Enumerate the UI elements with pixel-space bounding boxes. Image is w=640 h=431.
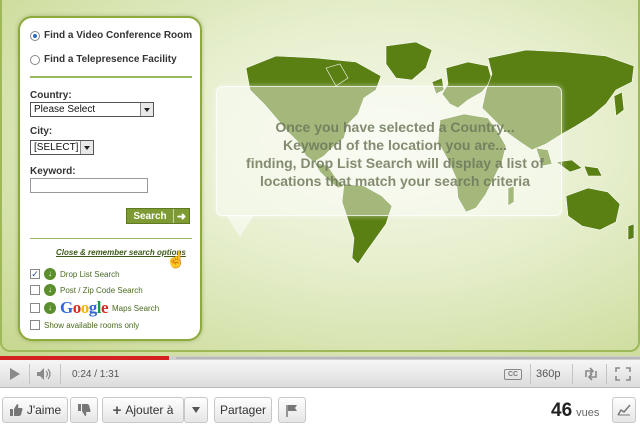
country-select[interactable]: Please Select <box>30 102 154 117</box>
info-arrow-icon: ↓ <box>44 284 56 296</box>
plus-icon: + <box>112 401 122 419</box>
add-to-button[interactable]: + Ajouter à <box>102 397 184 423</box>
quality-button[interactable]: 360p <box>536 368 560 380</box>
search-button[interactable]: Search ➜ <box>126 208 190 224</box>
checkbox-icon[interactable] <box>30 303 40 313</box>
control-separator <box>60 364 61 384</box>
stats-button[interactable] <box>612 397 636 423</box>
keyword-label: Keyword: <box>30 166 76 177</box>
radio-video-label: Find a Video Conference Room <box>44 30 193 41</box>
views-count: 46 <box>551 400 573 421</box>
thumbs-up-icon <box>9 404 23 416</box>
youtube-video-page: Once you have selected a Country... Keyw… <box>0 0 640 431</box>
arrow-right-icon: ➜ <box>173 209 189 223</box>
time-display: 0:24 / 1:31 <box>72 369 120 380</box>
panel-divider-2 <box>30 238 192 239</box>
radio-selected-icon[interactable] <box>30 30 40 41</box>
callout-tail <box>226 215 254 237</box>
keyword-input[interactable] <box>30 178 148 193</box>
checkbox-checked-icon[interactable]: ✓ <box>30 269 40 279</box>
popout-icon <box>585 367 597 381</box>
control-separator <box>530 364 531 384</box>
radio-telepresence-label: Find a Telepresence Facility <box>44 54 177 65</box>
chevron-down-icon[interactable] <box>80 141 93 154</box>
room-search-panel: Find a Video Conference Room Find a Tele… <box>18 16 202 341</box>
add-to-dropdown-button[interactable] <box>184 397 208 423</box>
option-maps[interactable]: ↓ Google Maps Search <box>30 298 159 318</box>
flag-icon <box>286 404 297 417</box>
share-label: Partager <box>219 403 267 417</box>
control-separator <box>606 364 607 384</box>
checkbox-icon[interactable] <box>30 285 40 295</box>
flag-button[interactable] <box>278 397 306 423</box>
like-label: J'aime <box>26 403 62 417</box>
chevron-down-icon <box>192 407 200 413</box>
control-separator <box>572 364 573 384</box>
control-separator <box>29 364 30 384</box>
option-maps-label: Maps Search <box>112 303 160 313</box>
callout-line-4: locations that match your search criteri… <box>260 173 530 189</box>
dislike-button[interactable] <box>70 397 98 423</box>
callout-text: Once you have selected a Country... Keyw… <box>230 118 560 190</box>
fullscreen-icon <box>615 367 631 381</box>
city-select[interactable]: [SELECT] <box>30 140 94 155</box>
option-drop-list[interactable]: ✓ ↓ Drop List Search <box>30 268 120 280</box>
radio-telepresence[interactable]: Find a Telepresence Facility <box>30 54 177 65</box>
player-controls: 0:24 / 1:31 CC 360p <box>0 360 640 388</box>
radio-video-conference[interactable]: Find a Video Conference Room <box>30 30 192 41</box>
callout-line-2: Keyword of the location you are... <box>282 137 508 153</box>
thumbs-down-icon <box>78 404 91 416</box>
panel-divider <box>30 76 192 78</box>
play-icon <box>10 368 20 380</box>
hand-pointer-icon: ☝ <box>166 252 186 269</box>
fullscreen-button[interactable] <box>610 360 636 388</box>
volume-button[interactable] <box>31 360 57 388</box>
info-arrow-icon: ↓ <box>44 268 56 280</box>
video-player-frame[interactable]: Once you have selected a Country... Keyw… <box>0 0 640 356</box>
option-zip-label: Post / Zip Code Search <box>60 285 143 295</box>
google-logo: Google <box>60 298 109 317</box>
city-select-value: [SELECT] <box>34 142 79 153</box>
option-available-label: Show available rooms only <box>44 320 140 330</box>
option-drop-list-label: Drop List Search <box>60 269 120 279</box>
info-arrow-icon: ↓ <box>44 302 56 314</box>
callout-line-1: Once you have selected a Country... <box>275 119 515 135</box>
like-button[interactable]: J'aime <box>2 397 68 423</box>
stats-chart-icon <box>617 404 631 416</box>
search-button-label: Search <box>133 210 167 222</box>
popout-button[interactable] <box>578 360 604 388</box>
play-button[interactable] <box>2 360 28 388</box>
city-label: City: <box>30 126 53 137</box>
view-counter: 46 vues <box>551 400 599 422</box>
add-to-label: Ajouter à <box>125 403 174 417</box>
option-zip-code[interactable]: ↓ Post / Zip Code Search <box>30 284 143 296</box>
captions-button[interactable]: CC <box>504 369 522 380</box>
country-label: Country: <box>30 90 72 101</box>
callout-line-3: finding, Drop List Search will display a… <box>246 155 544 171</box>
views-label: vues <box>576 407 600 419</box>
chevron-down-icon[interactable] <box>140 103 153 116</box>
country-select-value: Please Select <box>34 104 96 115</box>
progress-loaded <box>176 357 640 359</box>
option-available-rooms[interactable]: Show available rooms only <box>30 320 139 330</box>
checkbox-icon[interactable] <box>30 320 40 330</box>
radio-unselected-icon[interactable] <box>30 54 40 65</box>
share-button[interactable]: Partager <box>214 397 272 423</box>
speaker-icon <box>37 368 51 380</box>
